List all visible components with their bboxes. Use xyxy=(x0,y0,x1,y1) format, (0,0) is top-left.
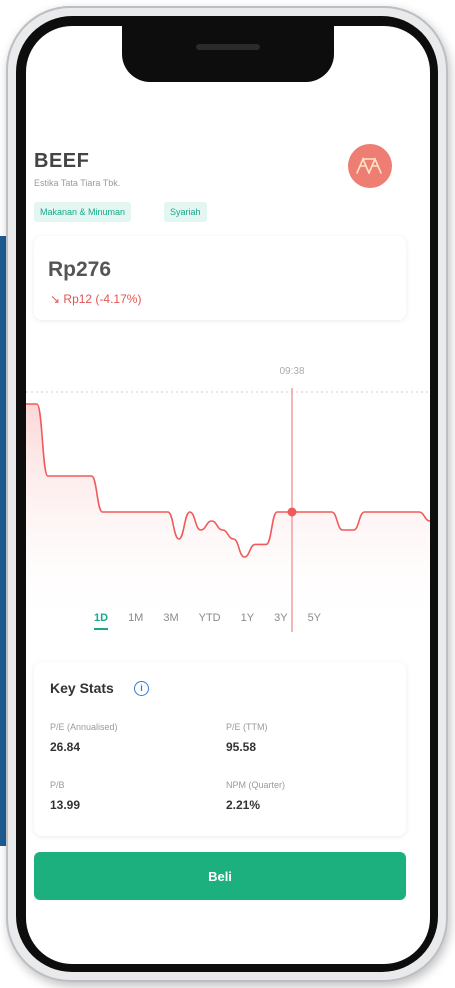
buy-button[interactable]: Beli xyxy=(34,852,406,900)
range-tab-5y[interactable]: 5Y xyxy=(308,612,321,630)
range-tabs: 1D 1M 3M YTD 1Y 3Y 5Y xyxy=(94,612,341,630)
stock-ticker: BEEF xyxy=(34,150,90,172)
range-tab-1d[interactable]: 1D xyxy=(94,612,109,630)
range-tab-3y[interactable]: 3Y xyxy=(274,612,287,630)
key-stats-card: Key Stats i P/E (Annualised) 26.84 P/E (… xyxy=(34,662,406,836)
chart-area xyxy=(26,404,430,634)
cursor-dot xyxy=(287,507,297,517)
price-card: Rp276 ↘ Rp12 (-4.17%) xyxy=(34,236,406,320)
down-arrow-icon: ↘ xyxy=(50,292,61,306)
stat-value-pe-annualised: 26.84 xyxy=(50,740,81,754)
current-price: Rp276 xyxy=(48,258,112,281)
phone-notch xyxy=(122,26,334,82)
stat-label-pe-annualised: P/E (Annualised) xyxy=(50,722,118,732)
range-tab-1m[interactable]: 1M xyxy=(128,612,143,630)
stat-value-pb: 13.99 xyxy=(50,798,81,812)
sector-tag[interactable]: Makanan & Minuman xyxy=(34,202,132,222)
speaker-grille xyxy=(196,44,260,50)
stat-label-pe-ttm: P/E (TTM) xyxy=(226,722,268,732)
stat-label-npm: NPM (Quarter) xyxy=(226,780,286,790)
stat-value-npm: 2.21% xyxy=(226,798,261,812)
key-stats-title: Key Stats xyxy=(50,680,114,696)
range-tab-1y[interactable]: 1Y xyxy=(241,612,254,630)
cursor-time-label: 09:38 xyxy=(279,366,304,377)
price-change: ↘ Rp12 (-4.17%) xyxy=(50,292,141,306)
range-tab-3m[interactable]: 3M xyxy=(163,612,178,630)
company-name: Estika Tata Tiara Tbk. xyxy=(34,178,121,188)
info-icon[interactable]: i xyxy=(134,681,149,696)
company-logo-icon xyxy=(348,144,392,188)
price-change-value: Rp12 (-4.17%) xyxy=(63,292,142,306)
phone-screen: BEEF Estika Tata Tiara Tbk. Makanan & Mi… xyxy=(26,26,430,964)
stat-value-pe-ttm: 95.58 xyxy=(226,740,257,754)
sharia-tag[interactable]: Syariah xyxy=(164,202,207,222)
price-chart[interactable]: 09:38 xyxy=(26,344,430,634)
stat-label-pb: P/B xyxy=(50,780,65,790)
range-tab-ytd[interactable]: YTD xyxy=(199,612,221,630)
